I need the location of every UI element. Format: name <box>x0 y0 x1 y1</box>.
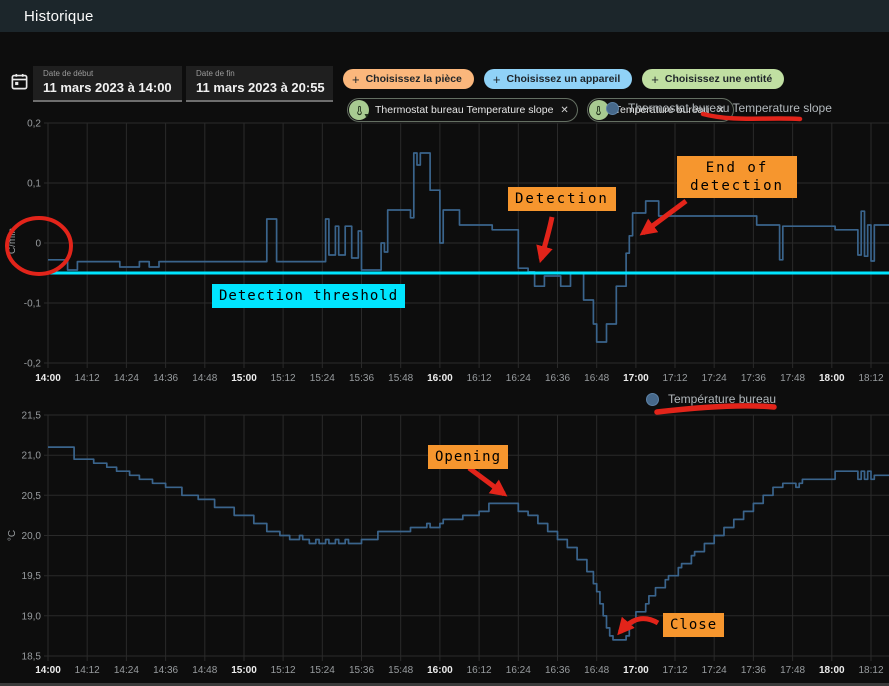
series-line <box>48 447 889 640</box>
svg-text:20,0: 20,0 <box>22 531 42 542</box>
legend-label: Thermostat bureau Temperature slope <box>628 101 832 115</box>
svg-text:17:36: 17:36 <box>741 665 766 676</box>
svg-text:16:48: 16:48 <box>584 373 609 384</box>
choose-entity-label: Choisissez une entité <box>665 73 772 85</box>
svg-text:14:00: 14:00 <box>35 665 61 676</box>
svg-text:19,0: 19,0 <box>22 611 42 622</box>
choose-device-label: Choisissez un appareil <box>506 73 620 85</box>
close-label: Close <box>663 613 724 637</box>
svg-text:15:24: 15:24 <box>310 373 335 384</box>
toolbar: Date de début 11 mars 2023 à 14:00 Date … <box>0 32 889 96</box>
svg-text:19,5: 19,5 <box>22 571 42 582</box>
legend-slope[interactable]: Thermostat bureau Temperature slope <box>606 101 832 115</box>
svg-text:14:36: 14:36 <box>153 665 178 676</box>
choose-device-button[interactable]: + Choisissez un appareil <box>484 69 632 89</box>
svg-text:14:36: 14:36 <box>153 373 178 384</box>
svg-text:14:48: 14:48 <box>192 665 217 676</box>
legend-dot <box>646 393 659 406</box>
svg-text:15:24: 15:24 <box>310 665 335 676</box>
date-start-label: Date de début <box>43 69 182 79</box>
detection-label: Detection <box>508 187 616 211</box>
svg-text:18:12: 18:12 <box>858 665 883 676</box>
plus-icon: + <box>352 72 360 87</box>
svg-text:0,2: 0,2 <box>27 119 41 130</box>
legend-temperature[interactable]: Température bureau <box>646 392 776 406</box>
legend-label: Température bureau <box>668 392 776 406</box>
svg-text:17:24: 17:24 <box>702 373 727 384</box>
svg-text:14:48: 14:48 <box>192 373 217 384</box>
svg-text:20,5: 20,5 <box>22 491 42 502</box>
y-axis-title: °C/min <box>7 228 18 258</box>
svg-text:15:36: 15:36 <box>349 665 374 676</box>
calendar-icon[interactable] <box>7 69 31 93</box>
svg-text:-0,1: -0,1 <box>24 299 42 310</box>
svg-text:15:48: 15:48 <box>388 373 413 384</box>
date-start-value: 11 mars 2023 à 14:00 <box>43 79 182 96</box>
page-title: Historique <box>24 8 94 25</box>
svg-text:17:12: 17:12 <box>662 373 687 384</box>
thermometer-icon: ▼ <box>349 100 369 120</box>
svg-text:16:00: 16:00 <box>427 665 453 676</box>
y-axis-title: °C <box>7 530 18 541</box>
svg-text:16:36: 16:36 <box>545 373 570 384</box>
svg-text:17:36: 17:36 <box>741 373 766 384</box>
date-end-value: 11 mars 2023 à 20:55 <box>196 79 333 96</box>
svg-text:16:12: 16:12 <box>467 373 492 384</box>
svg-text:17:12: 17:12 <box>662 665 687 676</box>
chevron-down-icon: ▼ <box>363 113 370 120</box>
svg-text:14:12: 14:12 <box>75 373 100 384</box>
svg-text:0,1: 0,1 <box>27 179 41 190</box>
svg-text:17:00: 17:00 <box>623 665 649 676</box>
svg-text:16:12: 16:12 <box>467 665 492 676</box>
plus-icon: + <box>651 72 659 87</box>
choose-area-button[interactable]: + Choisissez la pièce <box>343 69 474 89</box>
svg-text:21,5: 21,5 <box>22 411 42 422</box>
svg-text:15:00: 15:00 <box>231 665 257 676</box>
legend-dot <box>606 102 619 115</box>
svg-text:14:00: 14:00 <box>35 373 61 384</box>
end-of-detection-label: End of detection <box>677 156 797 198</box>
svg-text:17:48: 17:48 <box>780 373 805 384</box>
svg-text:15:12: 15:12 <box>271 373 296 384</box>
svg-text:21,0: 21,0 <box>22 451 42 462</box>
svg-text:16:24: 16:24 <box>506 373 531 384</box>
svg-text:18:12: 18:12 <box>858 373 883 384</box>
svg-text:-0,2: -0,2 <box>24 359 42 370</box>
date-start-field[interactable]: Date de début 11 mars 2023 à 14:00 <box>33 66 182 102</box>
choose-area-label: Choisissez la pièce <box>366 73 462 85</box>
svg-text:18:00: 18:00 <box>819 665 845 676</box>
chip-thermostat-slope[interactable]: ▼ Thermostat bureau Temperature slope ✕ <box>347 98 578 122</box>
svg-text:0: 0 <box>35 239 41 250</box>
date-end-label: Date de fin <box>196 69 333 79</box>
svg-text:15:00: 15:00 <box>231 373 257 384</box>
svg-text:15:48: 15:48 <box>388 665 413 676</box>
plus-icon: + <box>493 72 501 87</box>
svg-text:18,5: 18,5 <box>22 652 42 663</box>
svg-text:14:24: 14:24 <box>114 373 139 384</box>
svg-text:18:00: 18:00 <box>819 373 845 384</box>
svg-text:17:24: 17:24 <box>702 665 727 676</box>
svg-text:16:48: 16:48 <box>584 665 609 676</box>
svg-text:15:12: 15:12 <box>271 665 296 676</box>
svg-text:16:36: 16:36 <box>545 665 570 676</box>
svg-text:16:24: 16:24 <box>506 665 531 676</box>
svg-text:14:12: 14:12 <box>75 665 100 676</box>
close-icon[interactable]: ✕ <box>560 105 568 116</box>
svg-text:17:48: 17:48 <box>780 665 805 676</box>
opening-label: Opening <box>428 445 508 469</box>
svg-text:17:00: 17:00 <box>623 373 649 384</box>
filter-buttons: + Choisissez la pièce + Choisissez un ap… <box>343 69 784 89</box>
app-header: Historique <box>0 0 889 32</box>
date-end-field[interactable]: Date de fin 11 mars 2023 à 20:55 <box>186 66 333 102</box>
svg-text:14:24: 14:24 <box>114 665 139 676</box>
svg-text:15:36: 15:36 <box>349 373 374 384</box>
detection-threshold-label: Detection threshold <box>212 284 405 308</box>
chip-label: Thermostat bureau Temperature slope <box>375 104 553 116</box>
svg-text:16:00: 16:00 <box>427 373 453 384</box>
choose-entity-button[interactable]: + Choisissez une entité <box>642 69 784 89</box>
